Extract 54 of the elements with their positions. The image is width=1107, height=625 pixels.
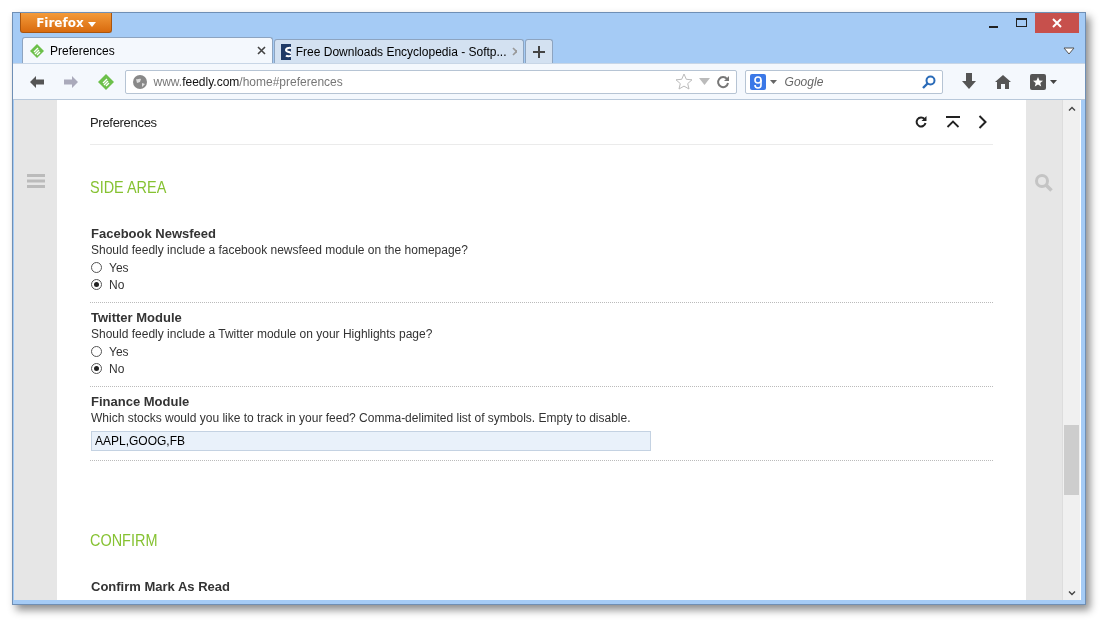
download-icon[interactable] — [960, 73, 977, 90]
section-heading: CONFIRM — [90, 531, 158, 551]
radio-button[interactable] — [91, 279, 102, 290]
bookmarks-menu-icon[interactable] — [1030, 73, 1058, 90]
setting-description: Should feedly include a facebook newsfeed module on the homepage? — [91, 242, 469, 259]
minimize-icon — [988, 25, 998, 28]
scroll-top-icon[interactable] — [946, 116, 960, 128]
home-icon[interactable] — [994, 73, 1013, 90]
plus-icon — [533, 45, 545, 58]
radio-button[interactable] — [91, 262, 102, 273]
browser-tab[interactable]: Preferences — [22, 37, 273, 63]
setting-description: Should feedly include a Twitter module on your Highlights page? — [91, 326, 434, 343]
search-input[interactable]: Google — [780, 74, 918, 89]
radio-label: Yes — [109, 344, 129, 359]
radio-label: No — [109, 361, 125, 376]
radio-button[interactable] — [91, 346, 102, 357]
close-button[interactable] — [1035, 13, 1079, 33]
maximize-icon — [1015, 18, 1027, 28]
search-icon[interactable] — [921, 74, 936, 89]
dropdown-icon[interactable] — [769, 79, 777, 84]
setting-title: Finance Module — [91, 394, 191, 410]
scrollbar-thumb[interactable] — [1064, 425, 1079, 495]
globe-icon — [131, 73, 148, 90]
setting-title: Facebook Newsfeed — [91, 226, 217, 242]
section-heading: SIDE AREA — [90, 178, 167, 198]
s-letter-icon — [281, 43, 291, 60]
setting-title: Twitter Module — [91, 310, 183, 326]
chevron-right-icon[interactable] — [978, 115, 987, 129]
scroll-up-icon[interactable] — [1067, 106, 1076, 111]
back-icon[interactable] — [29, 74, 45, 89]
setting-description: Which stocks would you like to track in your feed? Comma-delimited list of symbols. Empty to disable. — [91, 410, 632, 427]
address-field[interactable]: www.feedly.com/home#preferences — [124, 69, 737, 94]
feedly-icon — [29, 42, 45, 59]
page-title: Preferences — [90, 114, 157, 130]
url-text: www.feedly.com/home#preferences — [153, 74, 343, 89]
refresh-icon[interactable] — [914, 115, 928, 129]
radio-label: Yes — [109, 260, 129, 275]
scrollbar[interactable] — [1062, 100, 1080, 600]
caret-icon — [87, 21, 96, 27]
symbols-input[interactable]: AAPL,GOOG,FB — [91, 431, 651, 451]
reload-icon[interactable] — [715, 74, 730, 89]
search-bar[interactable]: Google — [744, 69, 943, 94]
bookmark-star-icon[interactable] — [674, 73, 693, 90]
setting-title: Confirm Mark As Read — [91, 579, 231, 595]
tab-title: Free Downloads Encyclopedia - Softp... — [295, 44, 507, 59]
scroll-down-icon[interactable] — [1067, 591, 1076, 596]
close-icon — [1052, 18, 1062, 28]
tab-list-icon[interactable] — [1063, 47, 1075, 55]
radio-button[interactable] — [91, 363, 102, 374]
tab-title: Preferences — [50, 43, 116, 58]
radio-label: No — [109, 277, 125, 292]
g-letter-icon[interactable] — [749, 73, 766, 90]
browser-tab[interactable]: Free Downloads Encyclopedia - Softp... — [274, 39, 524, 63]
new-tab-button[interactable] — [525, 39, 553, 63]
